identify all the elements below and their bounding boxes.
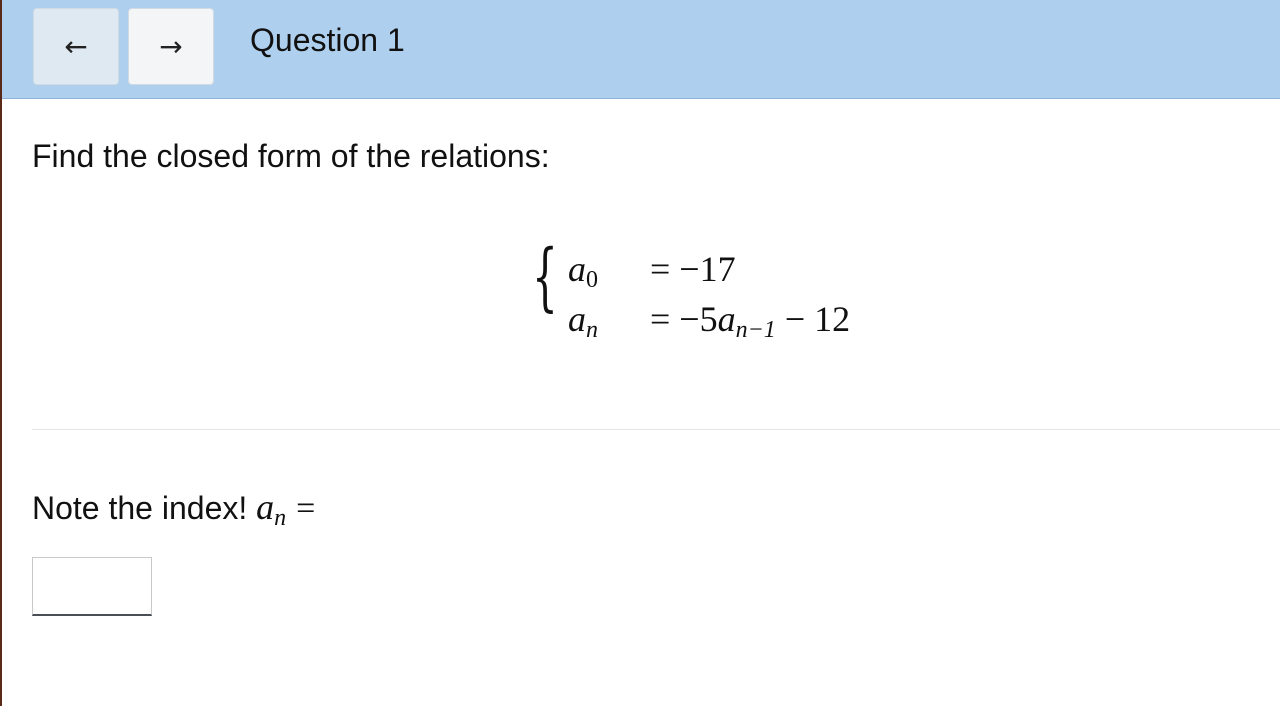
initial-value: = −17: [650, 249, 736, 289]
answer-variable: an: [256, 487, 287, 531]
back-button[interactable]: ←: [33, 8, 119, 85]
general-term: an: [568, 299, 598, 343]
header-bar: ← → Question 1: [2, 0, 1280, 99]
recurrence-initial-row: a0 = −17: [568, 248, 948, 294]
answer-label: Note the index! an =: [32, 487, 316, 531]
recurrence-system: { a0 = −17 an = −5an−1 − 12: [530, 240, 930, 344]
left-brace: {: [532, 234, 558, 320]
page-title: Question 1: [250, 22, 405, 58]
question-prompt: Find the closed form of the relations:: [32, 138, 550, 174]
section-divider: [32, 429, 1280, 430]
answer-input[interactable]: [32, 557, 152, 616]
forward-button[interactable]: →: [128, 8, 214, 85]
recurrence-relation-row: an = −5an−1 − 12: [568, 298, 948, 344]
arrow-right-icon: →: [159, 30, 183, 63]
window-left-edge: [0, 0, 2, 706]
recurrence-expression: = −5an−1 − 12: [650, 299, 851, 343]
arrow-left-icon: ←: [64, 30, 88, 63]
initial-term: a0: [568, 249, 598, 293]
